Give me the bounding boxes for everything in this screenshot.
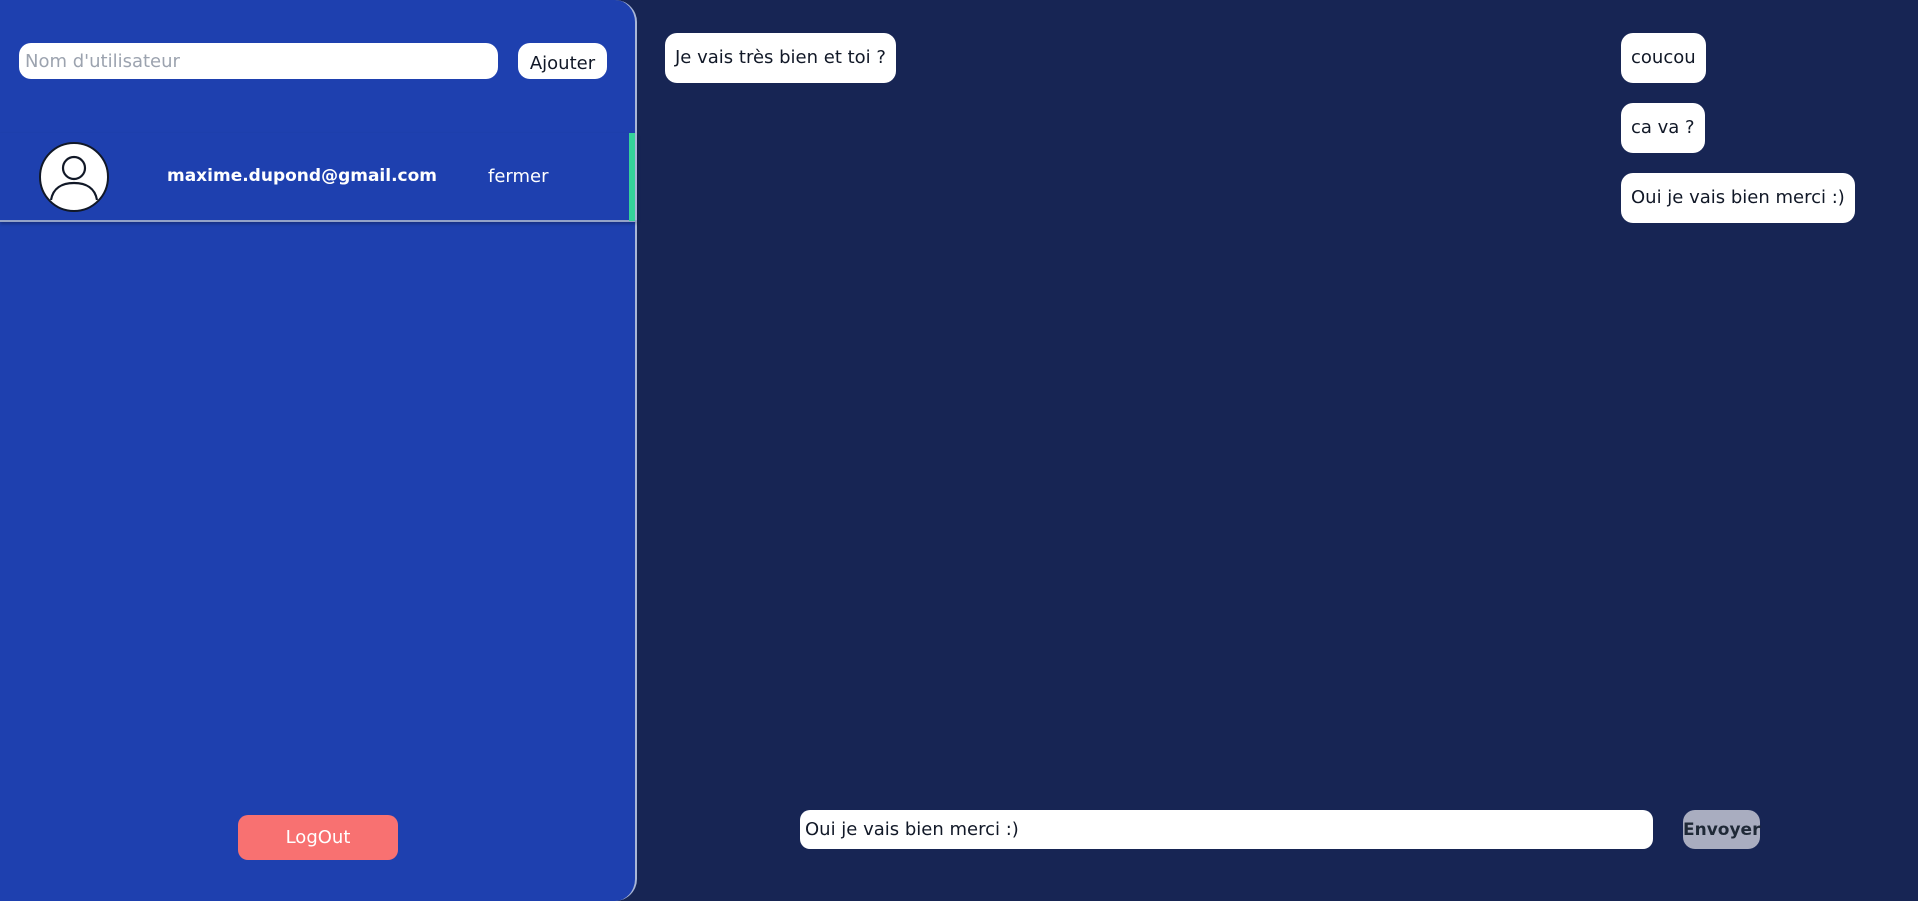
contact-list-item[interactable]: maxime.dupond@gmail.com fermer: [0, 133, 637, 222]
message-bubble-sent: Oui je vais bien merci :): [1621, 173, 1855, 223]
message-bubble-sent: ca va ?: [1621, 103, 1705, 153]
chat-app: Ajouter maxime.dupond@gmail.com fermer L…: [0, 0, 1918, 901]
message-bubble-received: Je vais très bien et toi ?: [665, 33, 896, 83]
contact-email: maxime.dupond@gmail.com: [167, 166, 438, 186]
close-conversation-link[interactable]: fermer: [488, 166, 549, 187]
send-button[interactable]: Envoyer: [1683, 810, 1760, 849]
add-contact-form: Ajouter: [19, 43, 609, 79]
username-input[interactable]: [19, 43, 498, 79]
active-contact-indicator: [629, 133, 635, 221]
message-bubble-sent: coucou: [1621, 33, 1706, 83]
logout-button[interactable]: LogOut: [238, 815, 398, 860]
add-contact-button[interactable]: Ajouter: [518, 43, 607, 79]
sidebar: Ajouter maxime.dupond@gmail.com fermer L…: [0, 0, 637, 901]
message-input[interactable]: [800, 810, 1653, 849]
user-avatar-icon: [39, 142, 109, 212]
